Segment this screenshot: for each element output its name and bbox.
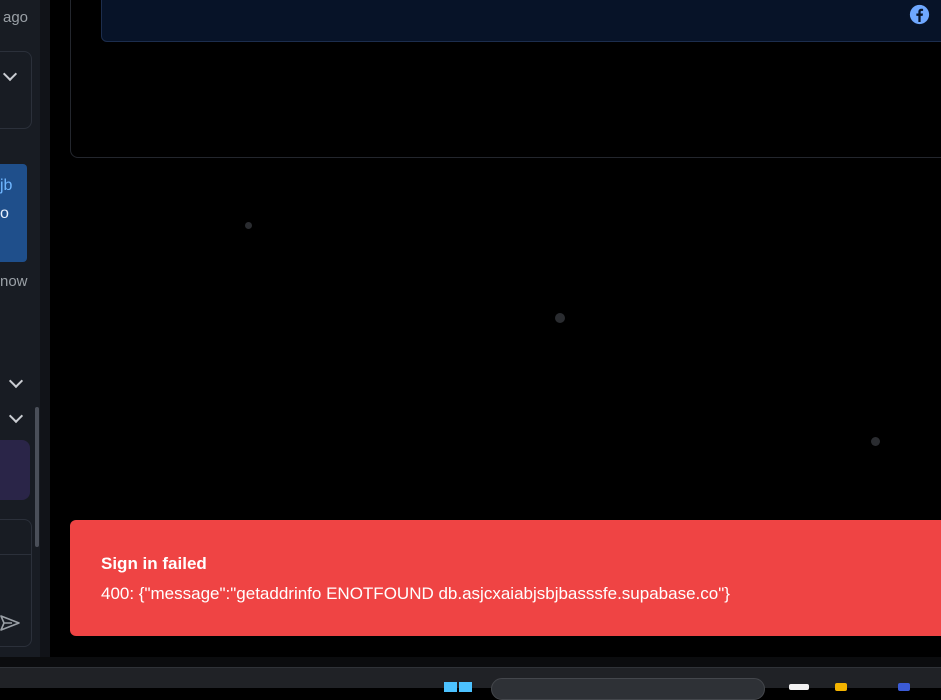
chat-sidebar: ago jb o now	[0, 0, 40, 657]
message-text-line2: o	[0, 205, 9, 222]
error-toast[interactable]: Sign in failed 400: {"message":"getaddri…	[70, 520, 941, 636]
taskbar-search[interactable]	[491, 678, 765, 700]
os-taskbar	[0, 667, 941, 700]
sidebar-scrollbar[interactable]	[35, 407, 39, 547]
message-time: now	[0, 273, 28, 290]
window-bottom-edge	[0, 657, 941, 667]
toast-title: Sign in failed	[101, 554, 207, 573]
taskbar-folder-icon[interactable]	[835, 683, 847, 691]
background-dot	[555, 313, 565, 323]
content-banner	[101, 0, 941, 42]
chevron-down-icon[interactable]	[8, 373, 24, 389]
panel-divider	[40, 0, 50, 657]
chat-message-bubble[interactable]: jb o	[0, 164, 27, 262]
windows-start-icon[interactable]	[444, 682, 472, 692]
facebook-icon[interactable]	[909, 4, 930, 25]
timestamp-label: ago	[3, 9, 29, 26]
chat-item-card[interactable]	[0, 440, 30, 500]
taskbar-app-icon[interactable]	[789, 684, 809, 690]
input-divider	[0, 554, 31, 555]
taskbar-app-icon[interactable]	[898, 683, 910, 691]
toast-description: 400: {"message":"getaddrinfo ENOTFOUND d…	[101, 584, 730, 603]
chevron-down-icon[interactable]	[2, 66, 18, 82]
chevron-down-icon[interactable]	[8, 408, 24, 424]
collapsible-card[interactable]	[0, 51, 32, 129]
background-dot	[245, 222, 252, 229]
background-dot	[871, 437, 880, 446]
send-icon[interactable]	[0, 614, 20, 632]
message-text-line1: jb	[0, 177, 13, 194]
